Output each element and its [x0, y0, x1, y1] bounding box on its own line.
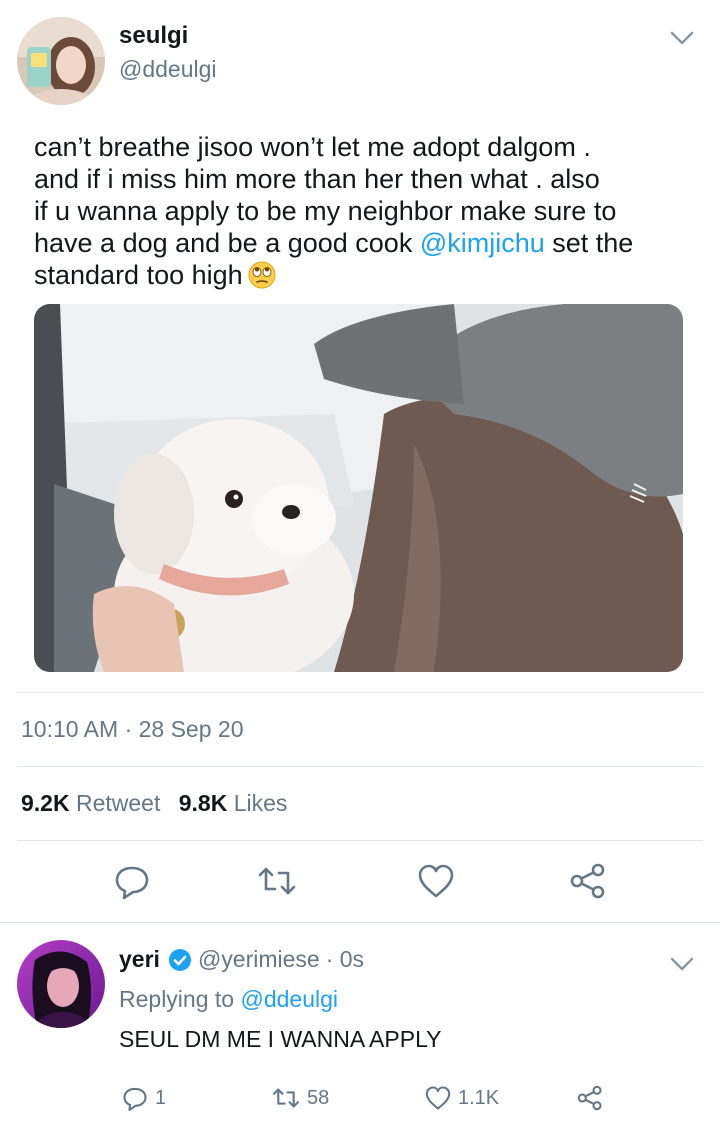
like-icon — [425, 1086, 451, 1110]
retweet-action[interactable]: 58 — [271, 1083, 329, 1113]
share-icon[interactable] — [568, 861, 608, 901]
user-handle[interactable]: @ddeulgi — [119, 56, 217, 83]
reply-action[interactable]: 1 — [121, 1083, 166, 1113]
user-handle[interactable]: @yerimiese — [198, 946, 320, 973]
divider — [17, 692, 703, 693]
like-icon[interactable] — [416, 861, 456, 901]
reply-tweet[interactable]: yeri @yerimiese · 0s Replying to @ddeulg… — [0, 923, 720, 1133]
like-label[interactable]: Likes — [234, 790, 288, 816]
tweet-text-line: have a dog and be a good cook @kimjichu … — [34, 227, 674, 259]
display-name[interactable]: seulgi — [119, 22, 188, 50]
chevron-down-icon[interactable] — [668, 954, 696, 974]
retweet-icon[interactable] — [257, 861, 297, 901]
tweet-text: can’t breathe jisoo won’t let me adopt d… — [34, 131, 674, 291]
tweet-text-segment: standard too high — [34, 260, 243, 290]
tweet-stats: 9.2K Retweet 9.8K Likes — [21, 790, 287, 817]
avatar[interactable] — [17, 940, 105, 1028]
like-action[interactable]: 1.1K — [424, 1083, 499, 1113]
tweet-text-line: and if i miss him more than her then wha… — [34, 164, 600, 194]
retweet-count: 58 — [307, 1086, 330, 1109]
share-icon — [577, 1085, 602, 1111]
reply-header: yeri @yerimiese · 0s — [119, 946, 364, 973]
reply-count: 1 — [155, 1086, 167, 1109]
reply-text: SEUL DM ME I WANNA APPLY — [119, 1026, 442, 1052]
display-name[interactable]: yeri — [119, 946, 160, 973]
tweet-text-segment: have a dog and be a good cook — [34, 228, 420, 258]
retweet-label[interactable]: Retweet — [76, 790, 160, 816]
avatar[interactable] — [17, 17, 105, 105]
reply-time: · 0s — [325, 946, 365, 972]
mention-link[interactable]: @ddeulgi — [240, 986, 338, 1012]
tweet-timestamp[interactable]: 10:10 AM · 28 Sep 20 — [21, 716, 244, 743]
tweet-text-line: can’t breathe jisoo won’t let me adopt d… — [34, 132, 591, 162]
main-tweet: seulgi @ddeulgi can’t breathe jisoo won’… — [0, 0, 720, 922]
tweet-text-line: if u wanna apply to be my neighbor make … — [34, 196, 617, 226]
verified-badge-icon — [168, 948, 191, 971]
divider — [17, 840, 703, 841]
tweet-text-segment: set the — [544, 228, 634, 258]
divider — [17, 766, 703, 767]
like-count[interactable]: 9.8K — [179, 790, 228, 816]
mention-link[interactable]: @kimjichu — [420, 228, 545, 258]
reply-icon[interactable] — [112, 861, 152, 901]
reply-icon — [123, 1087, 147, 1111]
replying-to: Replying to @ddeulgi — [119, 986, 338, 1013]
tweet-text-line: standard too high — [34, 259, 674, 291]
retweet-icon — [273, 1088, 299, 1108]
replying-prefix: Replying to — [119, 986, 241, 1012]
chevron-down-icon[interactable] — [668, 28, 696, 48]
rolling-eyes-emoji-icon — [247, 260, 277, 290]
like-count: 1.1K — [458, 1086, 500, 1109]
share-action[interactable] — [576, 1083, 610, 1113]
tweet-photo[interactable] — [34, 304, 683, 672]
retweet-count[interactable]: 9.2K — [21, 790, 70, 816]
